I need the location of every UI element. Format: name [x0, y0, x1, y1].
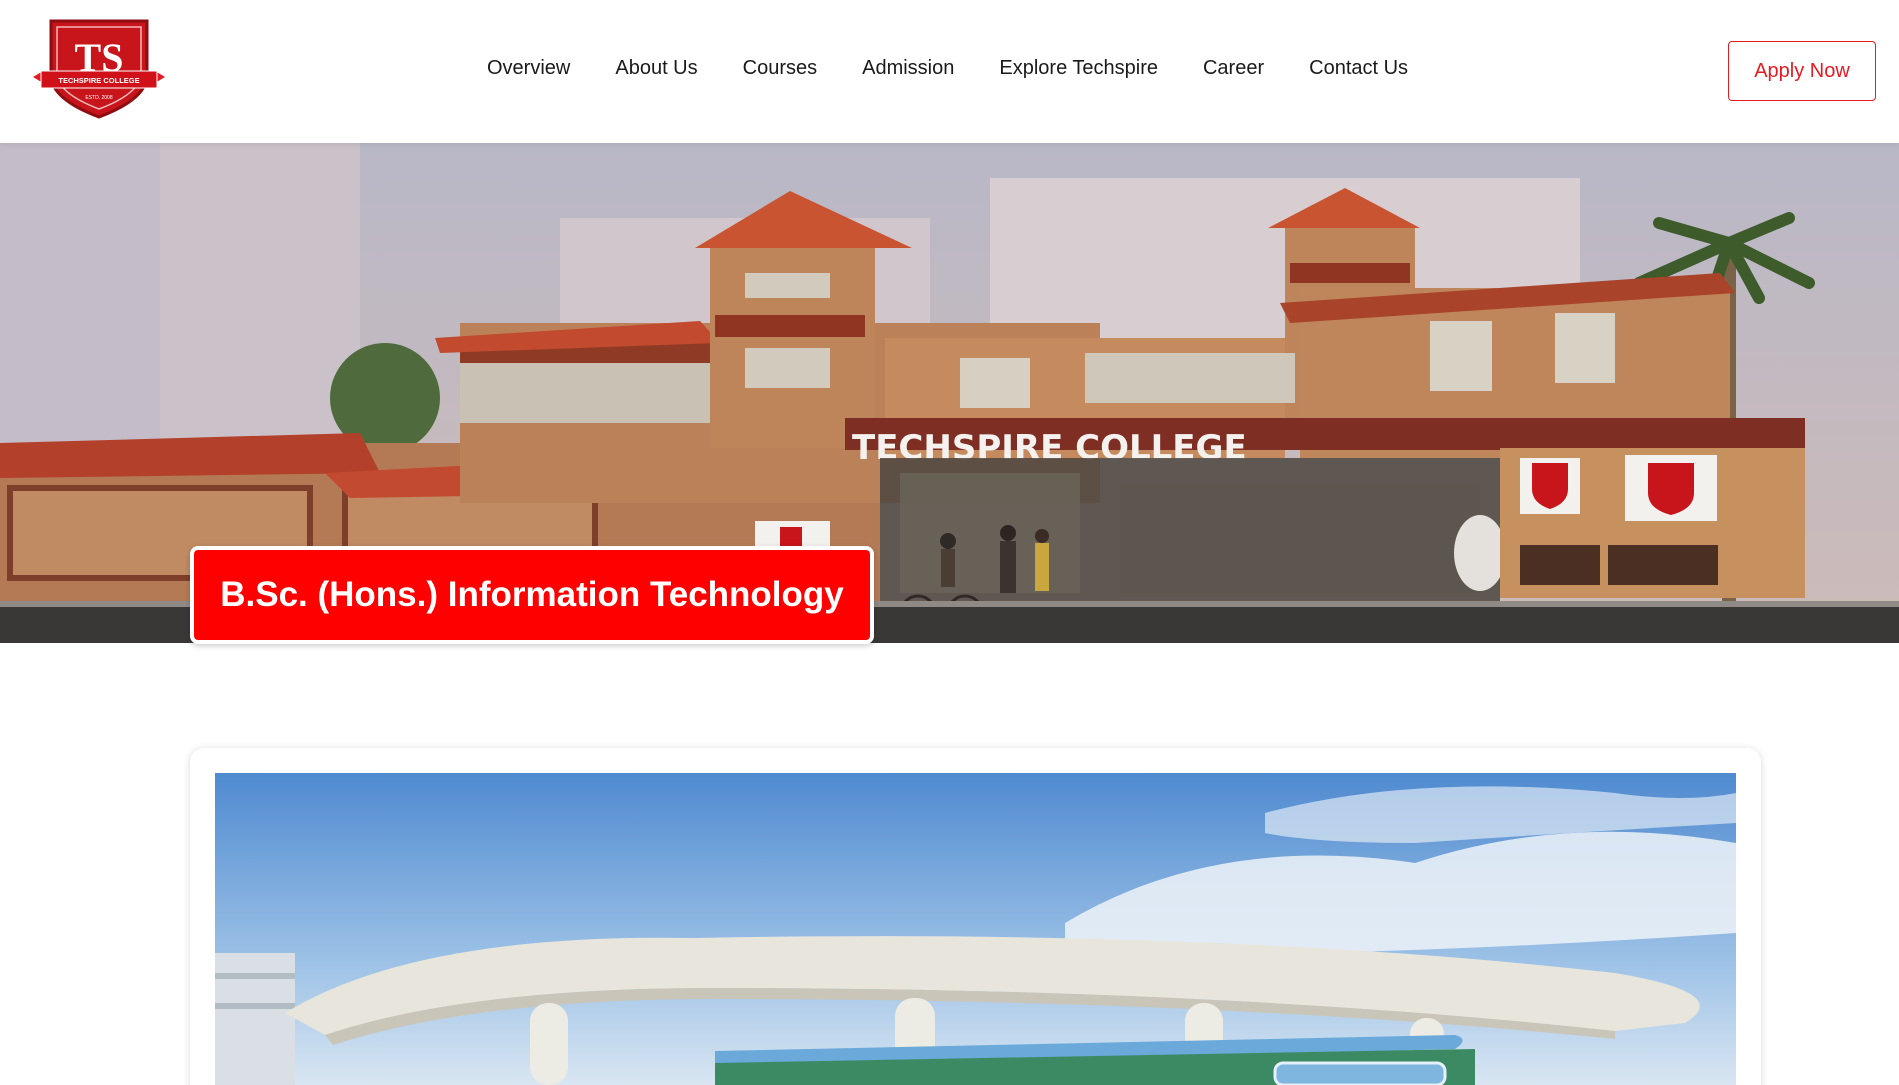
nav-overview[interactable]: Overview	[487, 57, 570, 80]
college-logo[interactable]: TS TECHSPIRE COLLEGE ESTD. 2008	[33, 13, 165, 119]
logo-banner-text: TECHSPIRE COLLEGE	[58, 76, 139, 85]
site-header: TS TECHSPIRE COLLEGE ESTD. 2008 Overview…	[0, 0, 1899, 143]
main-nav: Overview About Us Courses Admission Expl…	[487, 57, 1408, 80]
campus-render-graphic	[215, 773, 1736, 1085]
nav-contact-us[interactable]: Contact Us	[1309, 57, 1408, 80]
content-card	[190, 748, 1761, 1085]
apply-now-button[interactable]: Apply Now	[1728, 41, 1876, 101]
campus-render-image	[215, 773, 1736, 1085]
college-logo-shield-icon: TS TECHSPIRE COLLEGE ESTD. 2008	[33, 19, 165, 119]
logo-estd: ESTD. 2008	[85, 95, 112, 101]
nav-admission[interactable]: Admission	[862, 57, 954, 80]
nav-career[interactable]: Career	[1203, 57, 1264, 80]
nav-explore-techspire[interactable]: Explore Techspire	[999, 57, 1158, 80]
nav-about-us[interactable]: About Us	[615, 57, 697, 80]
course-title: B.Sc. (Hons.) Information Technology	[190, 546, 874, 644]
nav-courses[interactable]: Courses	[743, 57, 817, 80]
